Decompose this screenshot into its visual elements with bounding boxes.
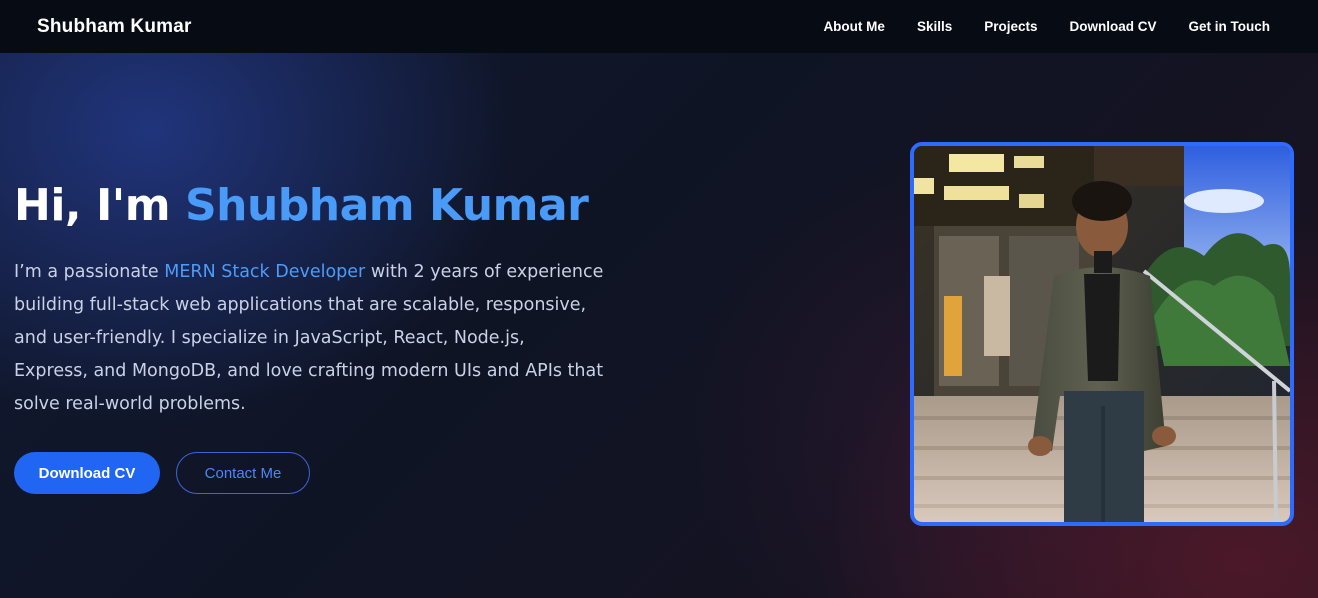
- nav-link-get-in-touch[interactable]: Get in Touch: [1189, 19, 1271, 34]
- hero-title-name: Shubham Kumar: [184, 180, 589, 231]
- profile-photo: [910, 142, 1294, 526]
- hero-title-prefix: Hi, I'm: [14, 180, 185, 231]
- nav-link-download-cv[interactable]: Download CV: [1070, 19, 1157, 34]
- nav-link-projects[interactable]: Projects: [984, 19, 1037, 34]
- page: Shubham Kumar About Me Skills Projects D…: [0, 0, 1318, 598]
- navbar: Shubham Kumar About Me Skills Projects D…: [0, 0, 1318, 53]
- hero-desc-suffix: with 2 years of experience building full…: [14, 262, 604, 414]
- nav-links: About Me Skills Projects Download CV Get…: [823, 19, 1270, 34]
- hero-section: Hi, I'm Shubham Kumar I’m a passionate M…: [14, 176, 614, 421]
- hero-description: I’m a passionate MERN Stack Developer wi…: [14, 256, 604, 421]
- nav-link-skills[interactable]: Skills: [917, 19, 952, 34]
- hero-desc-highlight: MERN Stack Developer: [164, 262, 366, 282]
- brand-logo-text[interactable]: Shubham Kumar: [37, 16, 192, 38]
- nav-link-about-me[interactable]: About Me: [823, 19, 885, 34]
- hero-title: Hi, I'm Shubham Kumar: [14, 176, 614, 236]
- download-cv-button[interactable]: Download CV: [14, 452, 160, 494]
- hero-buttons: Download CV Contact Me: [14, 452, 310, 494]
- contact-me-button[interactable]: Contact Me: [176, 452, 310, 494]
- hero-desc-prefix: I’m a passionate: [14, 262, 165, 282]
- profile-photo-illustration: [914, 146, 1290, 522]
